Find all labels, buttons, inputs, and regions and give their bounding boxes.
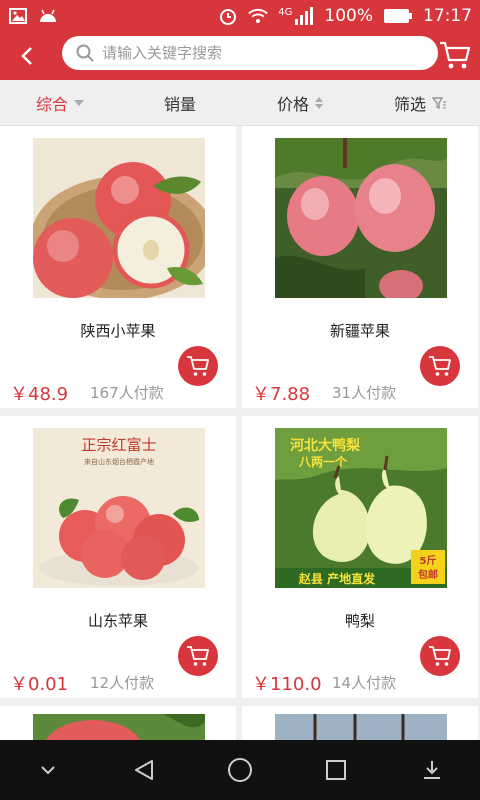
dropdown-arrow-icon — [74, 99, 84, 106]
image-subtext: 来自山东烟台栖霞产地 — [84, 457, 154, 466]
product-price: ￥0.01 — [10, 674, 69, 695]
add-to-cart-button[interactable] — [420, 636, 460, 676]
nav-home-button[interactable] — [215, 745, 265, 795]
battery-icon — [383, 8, 413, 24]
filter-tab-label: 综合 — [35, 94, 68, 114]
home-circle-icon — [228, 758, 252, 782]
filter-bar: 综合 销量 价格 筛选 — [0, 80, 480, 126]
shopping-cart-icon — [187, 356, 209, 376]
add-to-cart-button[interactable] — [178, 346, 218, 386]
filter-tab-label: 价格 — [276, 94, 309, 114]
product-sales-count: 12人付款 — [90, 674, 155, 692]
shopping-cart-icon — [429, 356, 451, 376]
product-sales-count: 31人付款 — [332, 384, 397, 402]
status-bar: 4G 100% 17:17 — [0, 0, 480, 32]
product-name: 陕西小苹果 — [80, 322, 156, 340]
product-name: 新疆苹果 — [329, 322, 390, 340]
product-price: ￥48.9 — [10, 384, 69, 405]
back-triangle-icon — [135, 760, 153, 780]
product-image-apples-on-tree — [275, 138, 447, 298]
clock: 17:17 — [423, 6, 472, 26]
shopping-cart-icon — [429, 646, 451, 666]
image-footer-text: 赵县 产地直发 — [298, 571, 376, 586]
back-button[interactable] — [0, 32, 54, 80]
filter-tab-comprehensive[interactable]: 综合 — [0, 91, 120, 115]
recents-square-icon — [326, 760, 346, 780]
cart-button[interactable] — [438, 40, 472, 70]
filter-tab-label: 筛选 — [393, 94, 426, 114]
product-price: ￥110.0 — [252, 674, 322, 695]
product-image-red-fuji-apples: 正宗红富士 来自山东烟台栖霞产地 — [33, 428, 205, 588]
network-type-label: 4G — [278, 7, 293, 18]
search-icon — [76, 44, 94, 62]
filter-tab-price[interactable]: 价格 — [240, 91, 360, 115]
alarm-icon — [218, 8, 238, 25]
system-navigation-bar — [0, 740, 480, 800]
chevron-down-icon — [41, 766, 55, 775]
shopping-cart-icon — [440, 41, 471, 69]
product-card[interactable]: 陕西小苹果 ￥48.9 167人付款 — [0, 126, 236, 408]
nav-notification-pull-button[interactable] — [407, 745, 457, 795]
product-card[interactable]: 河北大鸭梨 八两一个 赵县 产地直发 5斤 包邮 鸭梨 ￥110.0 14人付款 — [242, 416, 478, 698]
product-name: 鸭梨 — [344, 612, 375, 630]
filter-tab-filter[interactable]: 筛选 — [360, 91, 480, 115]
filter-tab-sales[interactable]: 销量 — [120, 91, 240, 115]
pull-down-icon — [424, 761, 440, 779]
android-notification-icon — [38, 8, 58, 24]
product-image-pears: 河北大鸭梨 八两一个 赵县 产地直发 5斤 包邮 — [275, 428, 447, 588]
wifi-icon — [248, 8, 269, 24]
product-image-apples — [33, 138, 205, 298]
product-name: 山东苹果 — [87, 612, 148, 630]
image-headline-text: 正宗红富士 — [81, 436, 156, 454]
product-sales-count: 167人付款 — [90, 384, 164, 402]
add-to-cart-button[interactable] — [178, 636, 218, 676]
hide-navbar-button[interactable] — [23, 745, 73, 795]
image-headline-text: 河北大鸭梨 — [290, 437, 361, 454]
product-card[interactable]: 新疆苹果 ￥7.88 31人付款 — [242, 126, 478, 408]
shopping-cart-icon — [187, 646, 209, 666]
add-to-cart-button[interactable] — [420, 346, 460, 386]
search-input[interactable] — [102, 44, 402, 62]
product-price: ￥7.88 — [252, 384, 311, 405]
chevron-left-icon — [21, 47, 32, 65]
product-card[interactable]: 正宗红富士 来自山东烟台栖霞产地 山东苹果 ￥0.01 12人付款 — [0, 416, 236, 698]
image-subtext: 八两一个 — [298, 454, 348, 469]
image-notification-icon — [8, 8, 28, 24]
image-badge-bottom: 包邮 — [418, 568, 438, 581]
filter-funnel-icon — [432, 96, 446, 109]
nav-recents-button[interactable] — [311, 745, 361, 795]
product-sales-count: 14人付款 — [332, 674, 397, 692]
filter-tab-label: 销量 — [163, 94, 196, 114]
battery-percent: 100% — [324, 6, 373, 26]
nav-back-button[interactable] — [119, 745, 169, 795]
search-bar[interactable] — [62, 36, 438, 70]
cellular-signal-icon: 4G — [278, 7, 314, 25]
image-badge-top: 5斤 — [420, 554, 437, 567]
sort-arrows-icon — [315, 96, 323, 109]
app-header — [0, 32, 480, 80]
